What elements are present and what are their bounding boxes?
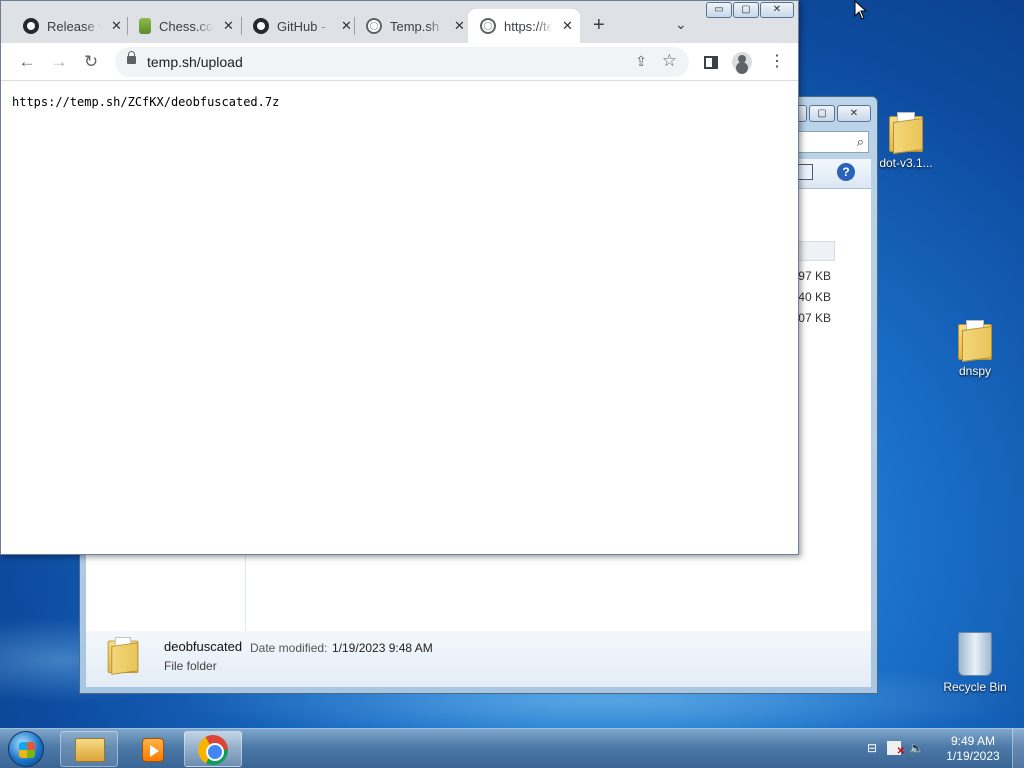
folder-icon bbox=[889, 112, 923, 155]
details-modified-label: Date modified: bbox=[250, 641, 328, 655]
page-content: https://temp.sh/ZCfKX/deobfuscated.7z bbox=[1, 81, 798, 554]
chrome-window: Release v ✕ Chess.cor ✕ GitHub - ✕ Temp.… bbox=[0, 0, 799, 555]
share-icon[interactable]: ⇪ bbox=[635, 53, 647, 70]
profile-icon[interactable] bbox=[732, 52, 752, 72]
desktop-icon-dot-v3[interactable]: dot-v3.1... bbox=[866, 112, 946, 170]
tab-release[interactable]: Release v ✕ bbox=[11, 9, 122, 43]
taskbar: ⊟ 🔈 9:49 AM 1/19/2023 bbox=[0, 728, 1024, 768]
clock-time: 9:49 AM bbox=[950, 734, 996, 748]
tab-github[interactable]: GitHub - ✕ bbox=[241, 9, 352, 43]
close-icon[interactable]: ✕ bbox=[223, 18, 234, 34]
desktop-icon-label: dnspy bbox=[958, 364, 992, 378]
bookmark-star-icon[interactable]: ☆ bbox=[662, 51, 677, 71]
close-icon[interactable]: ✕ bbox=[454, 18, 465, 34]
desktop-icon-dnspy[interactable]: dnspy bbox=[935, 320, 1015, 378]
column-header-size[interactable] bbox=[795, 241, 835, 261]
recycle-bin-icon bbox=[958, 632, 992, 676]
close-icon[interactable]: ✕ bbox=[341, 18, 352, 34]
browser-toolbar: ← → ↻ temp.sh/upload ⇪ ☆ ⋮ bbox=[1, 43, 798, 81]
forward-button[interactable]: → bbox=[49, 52, 69, 72]
details-modified-value: 1/19/2023 9:48 AM bbox=[332, 641, 433, 655]
details-pane: deobfuscated Date modified: 1/19/2023 9:… bbox=[86, 631, 871, 687]
tab-strip: Release v ✕ Chess.cor ✕ GitHub - ✕ Temp.… bbox=[1, 1, 798, 43]
file-size: 40 KB bbox=[798, 290, 831, 304]
tab-active[interactable]: https://te ✕ bbox=[468, 9, 580, 43]
chrome-window-controls: ▭ ▢ ✕ bbox=[706, 2, 794, 18]
menu-icon[interactable]: ⋮ bbox=[769, 52, 785, 72]
globe-icon bbox=[366, 18, 382, 34]
side-panel-icon[interactable] bbox=[704, 56, 718, 69]
tab-temp-sh[interactable]: Temp.sh ✕ bbox=[354, 9, 465, 43]
maximize-button[interactable]: ▢ bbox=[809, 105, 835, 122]
tab-title: https://te bbox=[504, 18, 552, 34]
taskbar-media-player[interactable] bbox=[122, 731, 180, 767]
help-icon[interactable]: ? bbox=[837, 163, 855, 181]
show-desktop-button[interactable] bbox=[1012, 729, 1024, 768]
folder-icon bbox=[75, 738, 105, 762]
media-player-icon bbox=[142, 738, 164, 762]
file-size: 97 KB bbox=[798, 269, 831, 283]
github-icon bbox=[253, 18, 269, 34]
maximize-button[interactable]: ▢ bbox=[733, 2, 759, 18]
clock[interactable]: 9:49 AM 1/19/2023 bbox=[940, 734, 1006, 764]
details-name: deobfuscated bbox=[164, 639, 243, 654]
clock-date: 1/19/2023 bbox=[946, 749, 1000, 763]
chrome-icon bbox=[198, 735, 228, 765]
page-text: https://temp.sh/ZCfKX/deobfuscated.7z bbox=[12, 95, 280, 109]
close-icon[interactable]: ✕ bbox=[111, 18, 122, 34]
close-button[interactable]: ✕ bbox=[837, 105, 871, 122]
action-center-flag-icon[interactable] bbox=[887, 741, 905, 759]
tab-search-icon[interactable]: ⌄ bbox=[675, 16, 687, 33]
tab-chess[interactable]: Chess.cor ✕ bbox=[127, 9, 234, 43]
desktop-icon-label: dot-v3.1... bbox=[879, 156, 933, 170]
tab-title: Chess.cor bbox=[159, 18, 213, 34]
chess-pawn-icon bbox=[139, 18, 151, 34]
close-button[interactable]: ✕ bbox=[760, 2, 794, 18]
github-icon bbox=[23, 18, 39, 34]
explorer-search-input[interactable]: ⌕ bbox=[789, 131, 869, 153]
network-icon[interactable]: ⊟ bbox=[865, 741, 879, 755]
tab-title: GitHub - bbox=[277, 18, 326, 34]
globe-icon bbox=[480, 18, 496, 34]
desktop-icon-label: Recycle Bin bbox=[943, 680, 1007, 694]
search-icon: ⌕ bbox=[856, 134, 864, 149]
volume-icon[interactable]: 🔈 bbox=[909, 741, 924, 755]
folder-icon bbox=[958, 320, 992, 363]
tab-title: Release v bbox=[47, 18, 101, 34]
reload-button[interactable]: ↻ bbox=[81, 52, 101, 72]
address-url[interactable]: temp.sh/upload bbox=[147, 54, 243, 70]
address-bar[interactable]: temp.sh/upload ⇪ ☆ bbox=[115, 47, 689, 77]
folder-icon bbox=[107, 637, 139, 675]
start-button[interactable] bbox=[8, 731, 44, 767]
lock-icon[interactable] bbox=[127, 51, 136, 64]
details-type: File folder bbox=[164, 659, 217, 673]
back-button[interactable]: ← bbox=[17, 52, 37, 72]
taskbar-chrome[interactable] bbox=[184, 731, 242, 767]
new-tab-button[interactable]: + bbox=[593, 15, 605, 35]
desktop-icon-recycle-bin[interactable]: Recycle Bin bbox=[935, 632, 1015, 694]
preview-pane-icon[interactable] bbox=[797, 164, 813, 180]
system-tray: ⊟ 🔈 bbox=[865, 741, 924, 759]
minimize-button[interactable]: ▭ bbox=[706, 2, 732, 18]
taskbar-explorer[interactable] bbox=[60, 731, 118, 767]
tab-title: Temp.sh bbox=[390, 18, 440, 34]
close-icon[interactable]: ✕ bbox=[562, 18, 573, 34]
